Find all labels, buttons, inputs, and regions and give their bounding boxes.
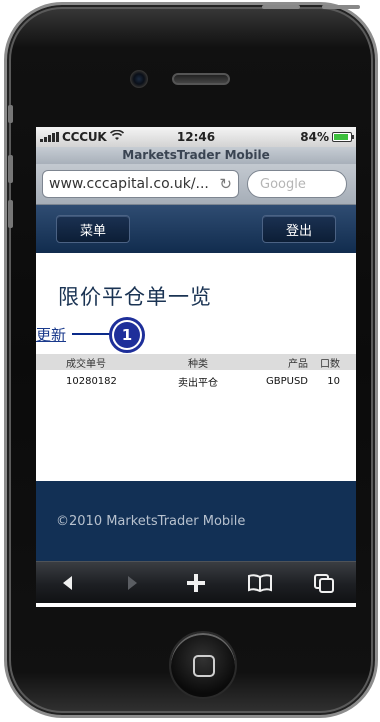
power-button: [262, 5, 300, 9]
table-header: 成交单号 种类 产品 口数: [36, 354, 356, 370]
column-header-order-id: 成交单号: [66, 358, 106, 370]
bookmarks-icon[interactable]: [240, 568, 280, 598]
cell-product: GBPUSD: [265, 375, 308, 387]
copyright-text: ©2010 MarketsTrader Mobile: [56, 513, 246, 529]
volume-up-button: [8, 155, 13, 183]
battery-indicator: 84%: [300, 130, 354, 144]
callout-marker: 1: [109, 317, 145, 353]
browser-toolbar: [36, 561, 356, 603]
search-input[interactable]: Google: [247, 170, 347, 198]
phone-screen: CCCUK 12:46 84% MarketsTrader Mobile www…: [36, 127, 356, 607]
cell-type: 卖出平仓: [178, 377, 218, 389]
status-bar: CCCUK 12:46 84%: [36, 127, 356, 147]
signal-bars-icon: [40, 132, 59, 142]
earpiece-speaker: [172, 73, 230, 85]
page-title: 限价平仓单一览: [58, 285, 212, 309]
refresh-link[interactable]: 更新: [36, 324, 66, 345]
power-button-edge: [322, 5, 360, 9]
battery-icon: [332, 132, 354, 142]
main-content: 限价平仓单一览 更新 1 成交单号 种类 产品 口数 10280182 卖出平仓…: [36, 253, 356, 481]
volume-down-button: [8, 200, 13, 228]
carrier-name: CCCUK: [62, 130, 107, 144]
reload-icon[interactable]: ↻: [219, 175, 232, 193]
browser-page-title: MarketsTrader Mobile: [36, 147, 356, 164]
logout-button[interactable]: 登出: [262, 215, 336, 243]
orders-table: 成交单号 种类 产品 口数 10280182 卖出平仓 GBPUSD 10: [36, 354, 356, 392]
plus-icon[interactable]: [176, 568, 216, 598]
search-placeholder: Google: [260, 176, 306, 192]
forward-arrow-icon: [112, 568, 152, 598]
table-row[interactable]: 10280182 卖出平仓 GBPUSD 10: [36, 370, 356, 392]
home-button[interactable]: [169, 631, 237, 699]
browser-address-row: www.cccapital.co.uk/... ↻ Google: [36, 164, 356, 205]
cell-order-id: 10280182: [66, 375, 117, 387]
home-square-icon: [193, 655, 215, 677]
address-bar[interactable]: www.cccapital.co.uk/... ↻: [42, 170, 239, 198]
page-footer: ©2010 MarketsTrader Mobile: [36, 481, 356, 561]
cell-lots: 10: [327, 375, 340, 387]
battery-percent: 84%: [300, 130, 329, 144]
front-camera: [130, 70, 148, 88]
column-header-type: 种类: [188, 358, 208, 370]
wifi-icon: [110, 129, 125, 144]
column-header-lots: 口数: [320, 358, 340, 370]
menu-button[interactable]: 菜单: [56, 215, 130, 243]
app-header: 菜单 登出: [36, 205, 356, 253]
column-header-product: 产品: [288, 358, 308, 370]
mute-switch: [8, 105, 13, 123]
callout-number: 1: [114, 322, 140, 348]
back-arrow-icon[interactable]: [48, 568, 88, 598]
callout-line: [72, 333, 110, 335]
address-bar-url: www.cccapital.co.uk/...: [49, 176, 209, 192]
pages-icon[interactable]: [304, 568, 344, 598]
